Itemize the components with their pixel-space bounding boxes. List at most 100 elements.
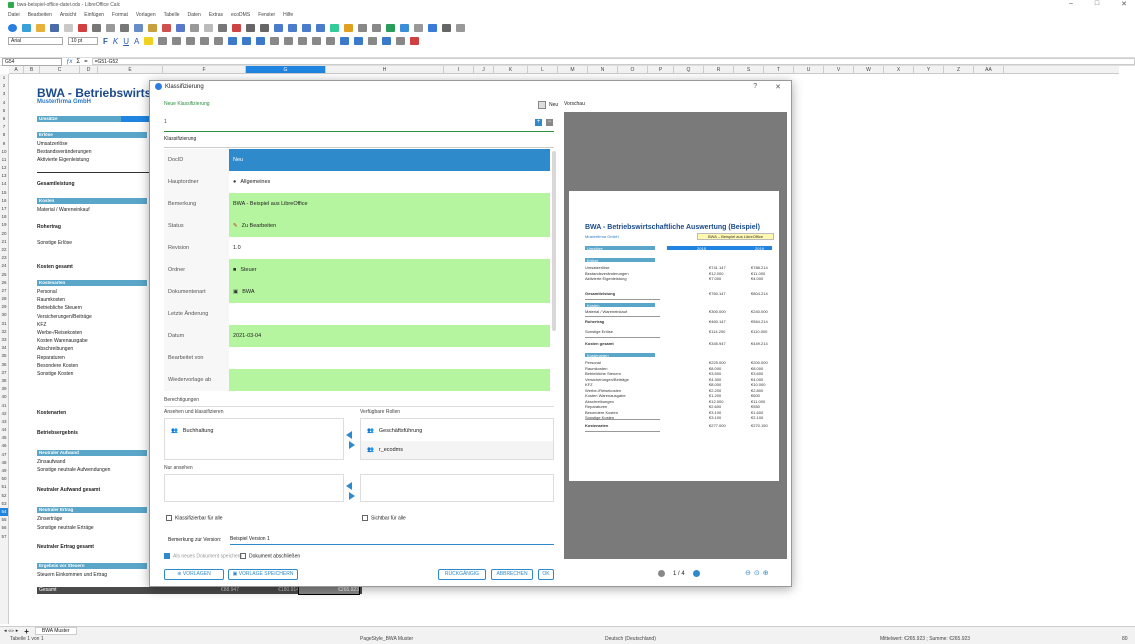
- row-header-56[interactable]: 56: [0, 524, 8, 532]
- checkbox-box[interactable]: [362, 515, 368, 521]
- clear-icon[interactable]: [176, 24, 185, 32]
- move-right-icon[interactable]: [349, 441, 355, 449]
- sort-desc-icon[interactable]: [302, 24, 311, 32]
- redo-icon[interactable]: [204, 24, 213, 32]
- row-header-55[interactable]: 55: [0, 516, 8, 524]
- menu-item-extras[interactable]: Extras: [209, 12, 223, 18]
- row-header-30[interactable]: 30: [0, 311, 8, 319]
- row-header-50[interactable]: 50: [0, 475, 8, 483]
- row-header-14[interactable]: 14: [0, 180, 8, 188]
- justify-icon[interactable]: [200, 37, 210, 45]
- row-header-42[interactable]: 42: [0, 410, 8, 418]
- column-header-n[interactable]: N: [588, 66, 618, 73]
- row-header-46[interactable]: 46: [0, 442, 8, 450]
- row-header-16[interactable]: 16: [0, 197, 8, 205]
- new-button[interactable]: Neu: [538, 101, 558, 109]
- column-header-h[interactable]: H: [326, 66, 444, 73]
- row-header-51[interactable]: 51: [0, 483, 8, 491]
- row-header-3[interactable]: 3: [0, 90, 8, 98]
- zoom-out-icon[interactable]: ⊖: [745, 569, 751, 577]
- row-header-15[interactable]: 15: [0, 189, 8, 197]
- move-left-icon[interactable]: [346, 431, 352, 439]
- classification-tab-number[interactable]: 1: [164, 119, 167, 125]
- column-header-z[interactable]: Z: [944, 66, 974, 73]
- row-header-35[interactable]: 35: [0, 352, 8, 360]
- border-color-icon[interactable]: [396, 37, 406, 45]
- row-header-36[interactable]: 36: [0, 361, 8, 369]
- form-scrollbar[interactable]: [552, 151, 556, 331]
- row-header-53[interactable]: 53: [0, 500, 8, 508]
- column-header-aa[interactable]: AA: [974, 66, 1004, 73]
- bold-icon[interactable]: F: [103, 37, 108, 46]
- spellcheck-icon[interactable]: [232, 24, 241, 32]
- save-new-doc-checkbox[interactable]: Als neues Dokument speichern: [164, 553, 242, 559]
- field-value[interactable]: [229, 347, 550, 369]
- row-header-2[interactable]: 2: [0, 82, 8, 90]
- column-header-y[interactable]: Y: [914, 66, 944, 73]
- borders-icon[interactable]: [368, 37, 378, 45]
- clone-icon[interactable]: [162, 24, 171, 32]
- sort-icon[interactable]: [274, 24, 283, 32]
- add-tab-icon[interactable]: +: [535, 119, 542, 126]
- align-right-icon[interactable]: [186, 37, 196, 45]
- dialog-close-button[interactable]: ✕: [775, 83, 781, 91]
- font-color-icon[interactable]: A: [134, 37, 139, 46]
- zoom-in-icon[interactable]: ⊕: [763, 569, 769, 577]
- row-header-4[interactable]: 4: [0, 99, 8, 107]
- new-doc-icon[interactable]: [22, 24, 31, 32]
- column-header-b[interactable]: B: [24, 66, 40, 73]
- cancel-button[interactable]: ABBRECHEN: [491, 569, 533, 580]
- row-header-44[interactable]: 44: [0, 426, 8, 434]
- freeze-icon[interactable]: [428, 24, 437, 32]
- move-left-icon[interactable]: [346, 482, 352, 490]
- row-header-45[interactable]: 45: [0, 434, 8, 442]
- formula-icon[interactable]: =: [84, 59, 88, 65]
- column-header-a[interactable]: A: [9, 66, 24, 73]
- row-header-1[interactable]: 1: [0, 74, 8, 82]
- font-size-box[interactable]: 10 pt: [68, 37, 98, 45]
- sum-icon[interactable]: Σ: [76, 59, 80, 65]
- percent-icon[interactable]: [270, 37, 280, 45]
- menu-item-tabelle[interactable]: Tabelle: [164, 12, 180, 18]
- field-value[interactable]: BWA - Beispiel aus LibreOffice: [229, 193, 550, 215]
- minimize-button[interactable]: –: [1069, 0, 1073, 8]
- align-left-icon[interactable]: [158, 37, 168, 45]
- column-header-l[interactable]: L: [528, 66, 558, 73]
- role-item-right[interactable]: 👥 Geschäftsführung: [367, 428, 422, 434]
- column-header-k[interactable]: K: [494, 66, 528, 73]
- row-header-19[interactable]: 19: [0, 221, 8, 229]
- row-header-40[interactable]: 40: [0, 393, 8, 401]
- field-value[interactable]: ● Allgemeines: [229, 171, 550, 193]
- chart-icon[interactable]: [344, 24, 353, 32]
- help-button[interactable]: ?: [753, 83, 757, 91]
- menu-item-datei[interactable]: Datei: [8, 12, 20, 18]
- grid-icon[interactable]: [456, 24, 465, 32]
- menu-item-ecodms[interactable]: ecoDMS: [231, 12, 250, 18]
- underline-icon[interactable]: U: [123, 37, 129, 46]
- copy-icon[interactable]: [134, 24, 143, 32]
- column-header-q[interactable]: Q: [674, 66, 704, 73]
- column-header-m[interactable]: M: [558, 66, 588, 73]
- next-page-icon[interactable]: [692, 570, 700, 577]
- function-wizard-icon[interactable]: ƒx: [66, 59, 72, 65]
- row-header-8[interactable]: 8: [0, 131, 8, 139]
- row-header-25[interactable]: 25: [0, 271, 8, 279]
- pivot-icon[interactable]: [358, 24, 367, 32]
- field-value[interactable]: Neu: [229, 149, 550, 171]
- column-header-d[interactable]: D: [80, 66, 98, 73]
- row-header-13[interactable]: 13: [0, 172, 8, 180]
- row-header-10[interactable]: 10: [0, 148, 8, 156]
- row-header-17[interactable]: 17: [0, 205, 8, 213]
- checkbox-box[interactable]: [240, 553, 246, 559]
- row-header-43[interactable]: 43: [0, 418, 8, 426]
- field-value[interactable]: ✎ Zu Bearbeiten: [229, 215, 550, 237]
- column-icon[interactable]: [260, 24, 269, 32]
- row-header-52[interactable]: 52: [0, 492, 8, 500]
- find-icon[interactable]: [218, 24, 227, 32]
- row-header-57[interactable]: 57: [0, 533, 8, 541]
- indent-icon[interactable]: [340, 37, 350, 45]
- row-header-29[interactable]: 29: [0, 303, 8, 311]
- role-item-left[interactable]: 👥 Buchhaltung: [171, 428, 213, 434]
- view-only-list[interactable]: [164, 474, 344, 502]
- tab-nav-icon[interactable]: ◂ ◃ ▹ ▸: [4, 628, 18, 634]
